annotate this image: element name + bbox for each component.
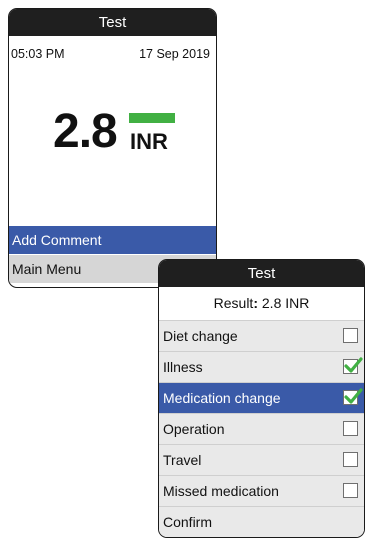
result-unit: INR bbox=[130, 129, 168, 154]
comment-option-label: Operation bbox=[163, 421, 225, 437]
checkbox[interactable] bbox=[343, 452, 358, 467]
comment-option-label: Illness bbox=[163, 359, 203, 375]
checkbox[interactable] bbox=[343, 421, 358, 436]
result-summary-label: Result bbox=[213, 295, 254, 311]
add-comment-button[interactable]: Add Comment bbox=[9, 226, 216, 254]
comment-option-label: Travel bbox=[163, 452, 202, 468]
comment-option[interactable]: Medication change bbox=[159, 383, 364, 414]
time-label: 05:03 PM bbox=[11, 47, 65, 61]
test-result-screen: Test 05:03 PM 17 Sep 2019 2.8 INR Add Co… bbox=[8, 8, 217, 288]
comment-options-list: Diet change Illness Medication change Opera… bbox=[159, 321, 364, 507]
checkbox[interactable] bbox=[343, 483, 358, 498]
checkmark-icon bbox=[344, 357, 363, 373]
checkbox[interactable] bbox=[343, 388, 363, 405]
result-summary: Result: 2.8 INR bbox=[159, 287, 364, 321]
checkbox[interactable] bbox=[343, 328, 358, 343]
comment-screen: Test Result: 2.8 INR Diet change Illness M… bbox=[158, 259, 365, 538]
date-label: 17 Sep 2019 bbox=[139, 47, 210, 61]
comment-option[interactable]: Travel bbox=[159, 445, 364, 476]
comment-option[interactable]: Illness bbox=[159, 352, 364, 383]
checkbox[interactable] bbox=[343, 357, 363, 374]
checkmark-icon bbox=[344, 388, 363, 404]
result-display: 2.8 INR bbox=[9, 104, 216, 174]
screen-title: Test bbox=[159, 260, 364, 287]
result-value: 2.8 bbox=[53, 105, 118, 158]
timestamp-row: 05:03 PM 17 Sep 2019 bbox=[9, 36, 216, 61]
comment-option[interactable]: Diet change bbox=[159, 321, 364, 352]
screen-title: Test bbox=[9, 9, 216, 36]
confirm-button[interactable]: Confirm bbox=[159, 507, 364, 537]
comment-option-label: Diet change bbox=[163, 328, 238, 344]
comment-option-label: Medication change bbox=[163, 390, 281, 406]
comment-option[interactable]: Missed medication bbox=[159, 476, 364, 507]
comment-option[interactable]: Operation bbox=[159, 414, 364, 445]
in-range-indicator bbox=[129, 113, 175, 123]
comment-option-label: Missed medication bbox=[163, 483, 279, 499]
result-summary-value: 2.8 INR bbox=[261, 295, 310, 311]
